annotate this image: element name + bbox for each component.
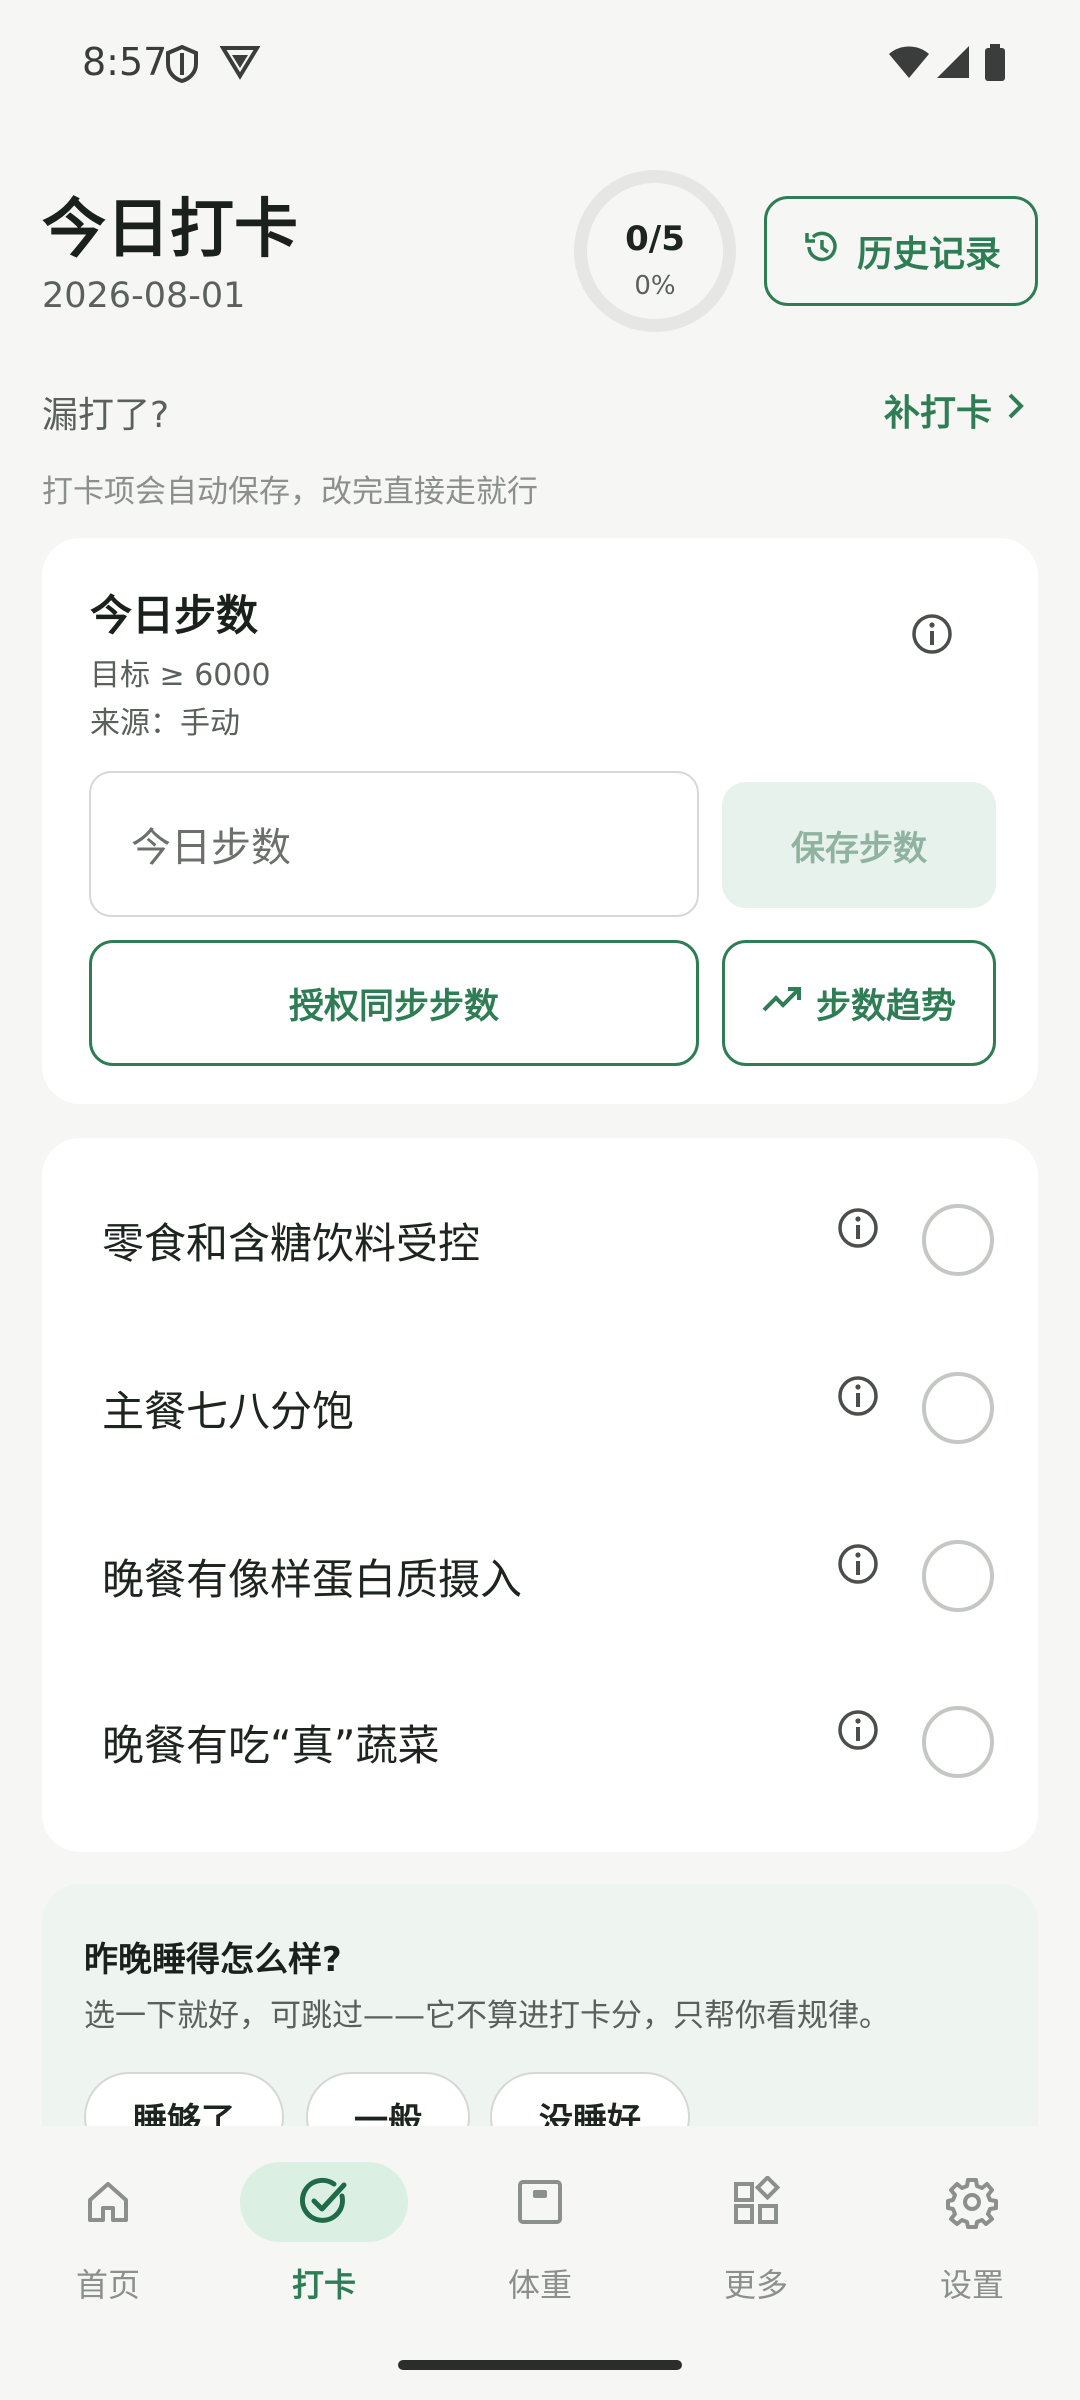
steps-goal: 目标 ≥ 6000 xyxy=(90,658,271,693)
gear-icon xyxy=(888,2162,1056,2242)
info-icon[interactable] xyxy=(836,1206,880,1254)
checklist-item-label: 零食和含糖饮料受控 xyxy=(102,1219,481,1268)
checklist-card: 零食和含糖饮料受控 主餐七八分饱 晚餐有像样蛋白质摄入 晚餐有吃“真”蔬菜 xyxy=(42,1138,1038,1852)
nav-label: 设置 xyxy=(939,2266,1004,2304)
steps-card: 今日步数 目标 ≥ 6000 来源：手动 今日步数 保存步数 授权同步步数 步数… xyxy=(42,538,1038,1104)
status-bar: 8:57 xyxy=(0,0,1080,130)
steps-info-icon[interactable] xyxy=(910,612,954,660)
nav-label: 打卡 xyxy=(291,2266,356,2304)
nav-item-settings[interactable]: 设置 xyxy=(864,2126,1080,2326)
apps-icon xyxy=(672,2162,840,2242)
steps-title: 今日步数 xyxy=(90,591,259,640)
checklist-checkbox[interactable] xyxy=(922,1372,994,1444)
history-button[interactable]: 历史记录 xyxy=(764,196,1038,306)
steps-source: 来源：手动 xyxy=(90,706,240,741)
vpn-icon xyxy=(219,44,261,84)
save-steps-button[interactable]: 保存步数 xyxy=(722,782,996,908)
checklist-checkbox[interactable] xyxy=(922,1204,994,1276)
steps-input[interactable]: 今日步数 xyxy=(89,771,699,917)
home-icon xyxy=(24,2162,192,2242)
nav-label: 体重 xyxy=(507,2266,572,2304)
history-icon xyxy=(801,227,841,276)
progress-percent: 0% xyxy=(634,271,676,301)
sleep-question: 昨晚睡得怎么样? xyxy=(84,1940,342,1980)
nav-label: 首页 xyxy=(75,2266,140,2304)
makeup-checkin-link[interactable]: 补打卡 xyxy=(884,384,1028,436)
checklist-item-label: 晚餐有吃“真”蔬菜 xyxy=(102,1721,440,1770)
info-icon[interactable] xyxy=(836,1708,880,1756)
checklist-item[interactable]: 晚餐有吃“真”蔬菜 xyxy=(42,1658,1038,1826)
checklist-item[interactable]: 主餐七八分饱 xyxy=(42,1324,1038,1492)
progress-ring: 0/5 0% xyxy=(574,170,736,332)
autosave-hint: 打卡项会自动保存，改完直接走就行 xyxy=(42,474,538,510)
wifi-icon xyxy=(888,44,930,84)
checklist-checkbox[interactable] xyxy=(922,1540,994,1612)
checklist-checkbox[interactable] xyxy=(922,1706,994,1778)
status-time: 8:57 xyxy=(82,40,168,84)
nav-item-home[interactable]: 首页 xyxy=(0,2126,216,2326)
info-icon[interactable] xyxy=(836,1374,880,1422)
signal-icon xyxy=(936,44,970,84)
sleep-subtitle: 选一下就好，可跳过——它不算进打卡分，只帮你看规律。 xyxy=(84,1998,890,2034)
checklist-item[interactable]: 零食和含糖饮料受控 xyxy=(42,1156,1038,1324)
battery-icon xyxy=(984,44,1006,86)
sync-steps-button[interactable]: 授权同步步数 xyxy=(89,940,699,1066)
bottom-nav: 首页 打卡 体重 更多 设置 xyxy=(0,2126,1080,2400)
steps-trend-button[interactable]: 步数趋势 xyxy=(722,940,996,1066)
nav-item-more[interactable]: 更多 xyxy=(648,2126,864,2326)
missed-question: 漏打了? xyxy=(42,395,170,436)
shield-icon xyxy=(164,44,200,88)
page-title: 今日打卡 xyxy=(42,193,298,267)
chevron-right-icon xyxy=(1002,389,1028,432)
scale-icon xyxy=(456,2162,624,2242)
progress-count: 0/5 xyxy=(625,219,685,259)
check-circle-icon xyxy=(240,2162,408,2242)
nav-item-weight[interactable]: 体重 xyxy=(432,2126,648,2326)
nav-item-checkin[interactable]: 打卡 xyxy=(216,2126,432,2326)
page-date: 2026-08-01 xyxy=(42,276,246,316)
history-button-label: 历史记录 xyxy=(856,234,1001,275)
nav-label: 更多 xyxy=(723,2266,788,2304)
checkin-screen: { "status_bar": {"time": "8:57"}, "heade… xyxy=(0,0,1080,2400)
checklist-item-label: 主餐七八分饱 xyxy=(102,1387,355,1436)
makeup-checkin-label: 补打卡 xyxy=(883,393,992,434)
trending-up-icon xyxy=(762,983,802,1023)
steps-trend-label: 步数趋势 xyxy=(815,986,956,1027)
checklist-item[interactable]: 晚餐有像样蛋白质摄入 xyxy=(42,1492,1038,1660)
checklist-item-label: 晚餐有像样蛋白质摄入 xyxy=(102,1555,523,1604)
info-icon[interactable] xyxy=(836,1542,880,1590)
gesture-home-bar[interactable] xyxy=(398,2360,682,2370)
